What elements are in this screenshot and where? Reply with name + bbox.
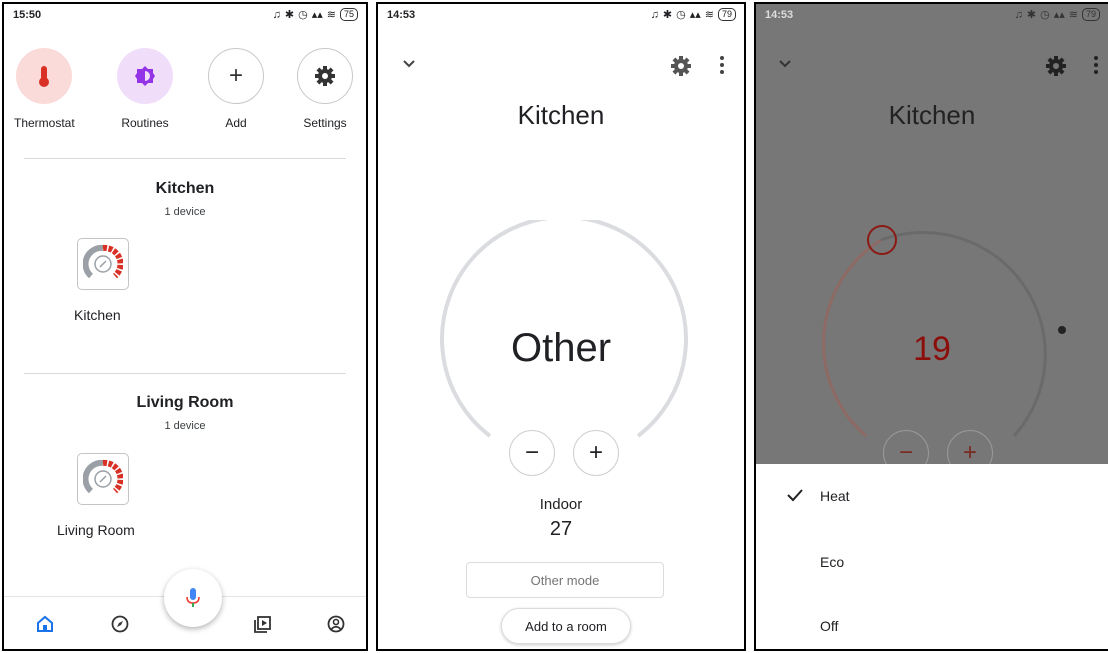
- wifi-icon: ≋: [326, 9, 336, 21]
- headphones-icon: ♫: [1014, 8, 1023, 21]
- gear-icon[interactable]: [671, 56, 691, 81]
- status-icons: ♫ ✱ ◷ ▴▴ ≋ 75: [273, 8, 358, 21]
- indoor-label: Indoor: [539, 496, 583, 513]
- status-bar: 15:50 ♫ ✱ ◷ ▴▴ ≋ 75: [4, 4, 366, 26]
- bluetooth-icon: ✱: [662, 9, 673, 21]
- divider: [24, 373, 346, 374]
- device-tile-kitchen[interactable]: [77, 238, 129, 290]
- plus-icon: +: [208, 48, 264, 104]
- thermostat-screen: 14:53 ♫ ✱ ◷ ▴▴ ≋ 79 Kitchen Other − + In…: [376, 2, 746, 651]
- quick-action-label: Thermostat: [14, 116, 75, 130]
- device-title: Kitchen: [517, 100, 605, 130]
- decrease-button[interactable]: −: [509, 430, 555, 476]
- device-name: Kitchen: [74, 307, 121, 323]
- room-device-count: 1 device: [164, 420, 206, 432]
- quick-action-add[interactable]: + Add: [206, 48, 266, 130]
- quick-action-settings[interactable]: Settings: [295, 48, 355, 130]
- status-bar: 14:53 ♫ ✱ ◷ ▴▴ ≋ 79: [756, 4, 1108, 26]
- status-time: 14:53: [387, 9, 416, 21]
- thermostat-mode-display: Other: [510, 326, 612, 370]
- add-to-room-button[interactable]: Add to a room: [501, 608, 631, 644]
- device-tile-living-room[interactable]: [77, 453, 129, 505]
- alarm-icon: ◷: [1040, 9, 1050, 21]
- mode-picker-screen: 14:53 ♫ ✱ ◷ ▴▴ ≋ 79 Kitchen 19 − + Heat …: [754, 2, 1108, 651]
- chevron-down-icon[interactable]: [402, 56, 416, 74]
- checkmark-icon: [786, 488, 804, 507]
- status-bar: 14:53 ♫ ✱ ◷ ▴▴ ≋ 79: [378, 4, 744, 26]
- gear-icon: [1046, 56, 1066, 81]
- mode-option-eco[interactable]: Eco: [820, 554, 844, 570]
- quick-action-routines[interactable]: Routines: [115, 48, 175, 130]
- thermostat-device-icon: [83, 244, 123, 279]
- battery-indicator: 79: [1081, 8, 1100, 21]
- mode-option-heat[interactable]: Heat: [820, 488, 850, 504]
- increase-button[interactable]: +: [573, 430, 619, 476]
- wifi-icon: ≋: [704, 9, 714, 21]
- quick-action-thermostat[interactable]: Thermostat: [14, 48, 75, 130]
- media-icon[interactable]: [254, 615, 272, 638]
- battery-indicator: 75: [339, 8, 358, 21]
- status-icons: ♫ ✱ ◷ ▴▴ ≋ 79: [1015, 8, 1100, 21]
- device-name: Living Room: [57, 522, 135, 538]
- explore-icon[interactable]: [111, 615, 129, 638]
- signal-icon: ▴▴: [1053, 9, 1065, 21]
- gear-icon: [297, 48, 353, 104]
- more-options-icon[interactable]: [720, 56, 724, 79]
- room-title: Living Room: [136, 394, 234, 411]
- dimmed-thermostat-background[interactable]: 14:53 ♫ ✱ ◷ ▴▴ ≋ 79 Kitchen 19 − +: [756, 4, 1108, 476]
- routines-icon: [117, 48, 173, 104]
- signal-icon: ▴▴: [311, 9, 323, 21]
- bluetooth-icon: ✱: [1026, 9, 1037, 21]
- mode-option-off[interactable]: Off: [820, 618, 838, 634]
- account-icon[interactable]: [327, 615, 345, 638]
- device-title: Kitchen: [888, 100, 976, 130]
- signal-icon: ▴▴: [689, 9, 701, 21]
- home-icon[interactable]: [36, 615, 54, 638]
- indoor-temperature: 27: [549, 518, 573, 540]
- bluetooth-icon: ✱: [284, 9, 295, 21]
- mode-options-sheet: Heat Eco Off: [756, 464, 1108, 649]
- chevron-down-icon: [778, 56, 792, 74]
- alarm-icon: ◷: [298, 9, 308, 21]
- alarm-icon: ◷: [676, 9, 686, 21]
- voice-assistant-button[interactable]: [164, 569, 222, 627]
- thermostat-device-icon: [83, 459, 123, 494]
- room-title: Kitchen: [155, 180, 215, 197]
- microphone-icon: [186, 588, 200, 607]
- battery-indicator: 79: [717, 8, 736, 21]
- headphones-icon: ♫: [272, 8, 281, 21]
- status-time: 15:50: [13, 9, 42, 21]
- setpoint-temperature: 19: [913, 330, 951, 368]
- quick-action-label: Settings: [303, 116, 347, 130]
- status-time: 14:53: [765, 9, 794, 21]
- mode-button[interactable]: Other mode: [466, 562, 664, 598]
- headphones-icon: ♫: [650, 8, 659, 21]
- quick-action-label: Routines: [121, 116, 169, 130]
- home-screen: 15:50 ♫ ✱ ◷ ▴▴ ≋ 75 Thermostat Routines …: [2, 2, 368, 651]
- thermometer-icon: [16, 48, 72, 104]
- wifi-icon: ≋: [1068, 9, 1078, 21]
- divider: [24, 158, 346, 159]
- more-options-icon: [1094, 56, 1098, 79]
- quick-action-label: Add: [225, 116, 247, 130]
- status-icons: ♫ ✱ ◷ ▴▴ ≋ 79: [651, 8, 736, 21]
- room-device-count: 1 device: [164, 206, 206, 218]
